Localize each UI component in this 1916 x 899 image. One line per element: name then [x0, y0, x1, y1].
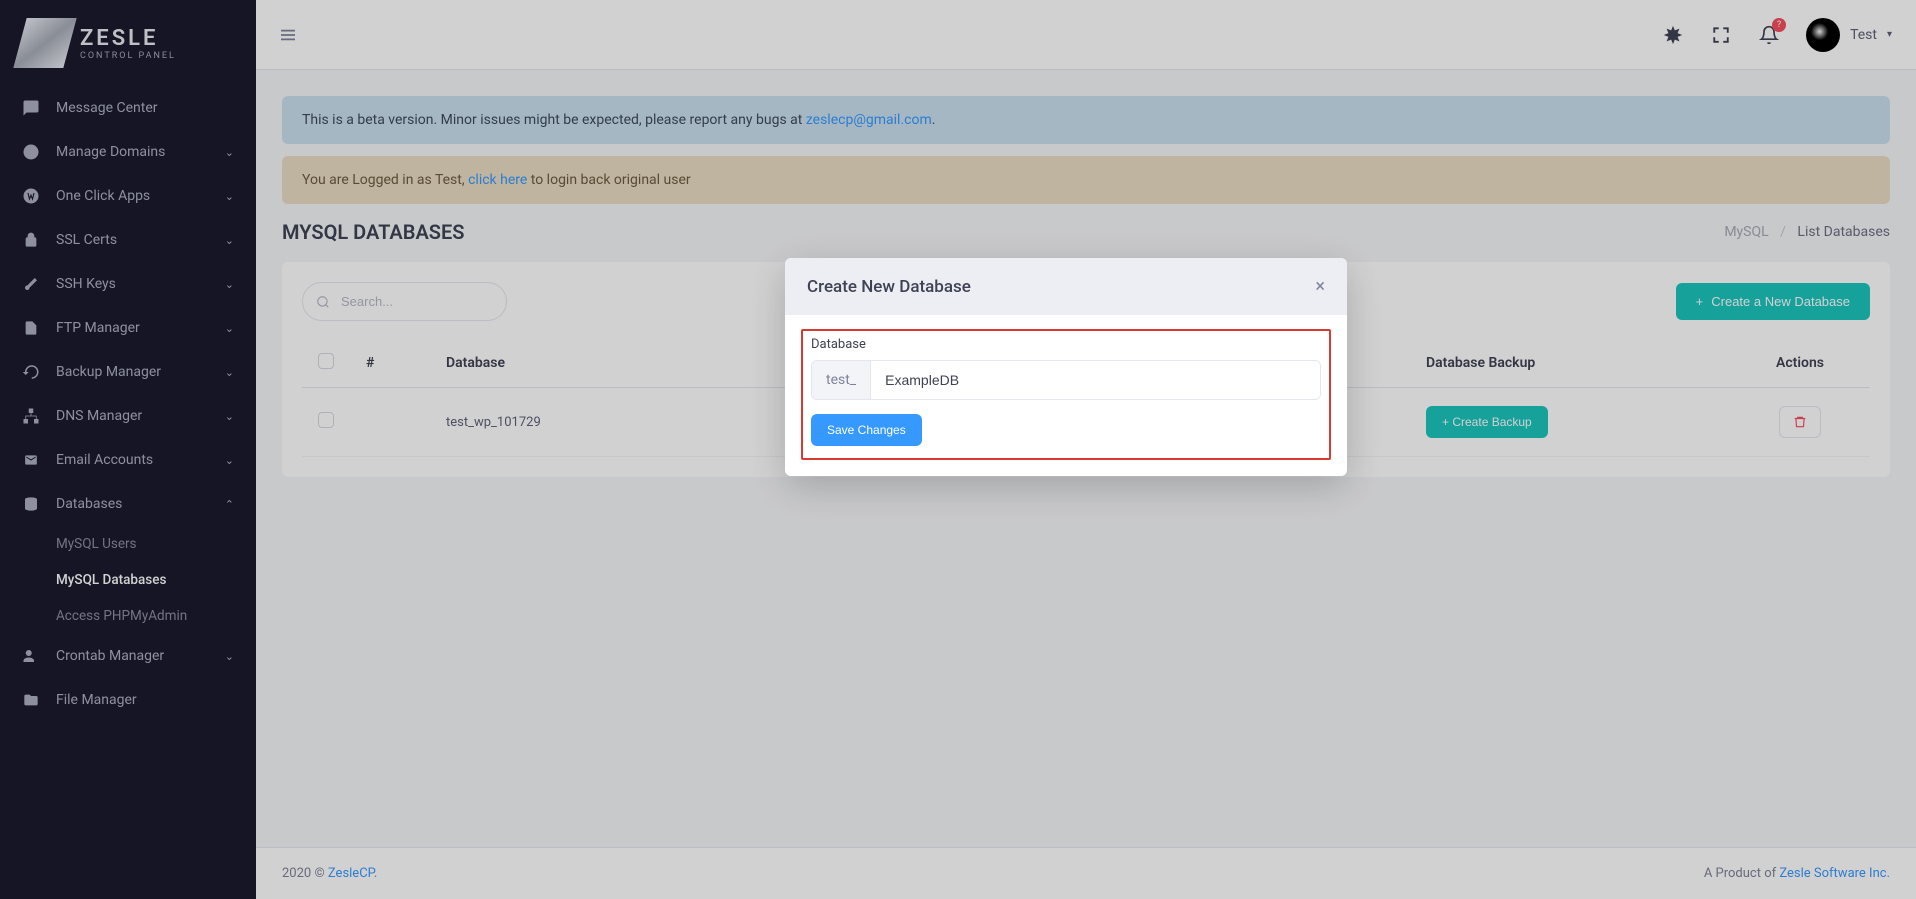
modal-title: Create New Database — [807, 277, 971, 297]
database-field-label: Database — [811, 337, 1321, 352]
create-database-modal: Create New Database × Database test_ Sav… — [785, 258, 1347, 476]
database-prefix: test_ — [812, 361, 871, 399]
database-input-group: test_ — [811, 360, 1321, 400]
save-changes-button[interactable]: Save Changes — [811, 414, 922, 446]
database-name-input[interactable] — [871, 361, 1320, 399]
database-field-highlight: Database test_ Save Changes — [801, 329, 1331, 460]
close-icon[interactable]: × — [1315, 276, 1325, 297]
